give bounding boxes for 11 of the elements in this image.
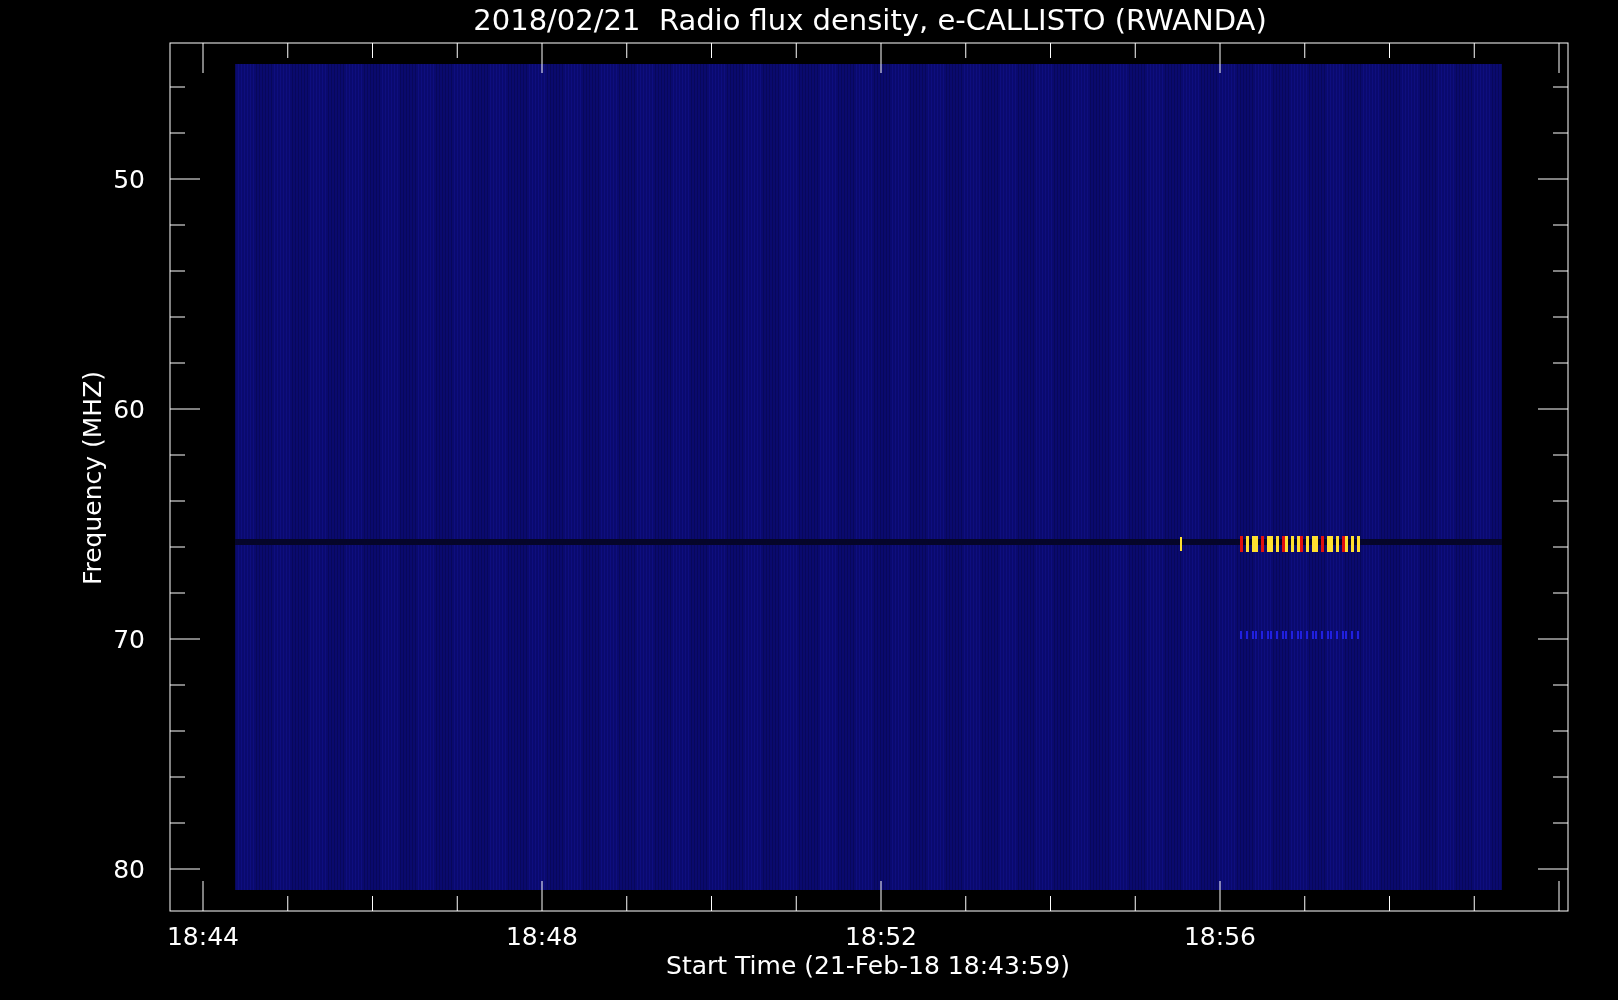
y-axis-label: Frequency (MHZ) [78,370,107,586]
x-tick-label: 18:44 [167,922,239,951]
y-tick-label: 60 [113,395,145,424]
x-axis-label: Start Time (21-Feb-18 18:43:59) [666,951,1070,980]
y-tick-label: 80 [113,855,145,884]
y-tick-label: 50 [113,165,145,194]
x-tick-label: 18:48 [506,922,578,951]
chart-title: 2018/02/21 Radio flux density, e-CALLISTO (RWANDA) [473,3,1267,37]
x-tick-label: 18:56 [1184,922,1256,951]
x-tick-label: 18:52 [845,922,917,951]
y-tick-label: 70 [113,625,145,654]
